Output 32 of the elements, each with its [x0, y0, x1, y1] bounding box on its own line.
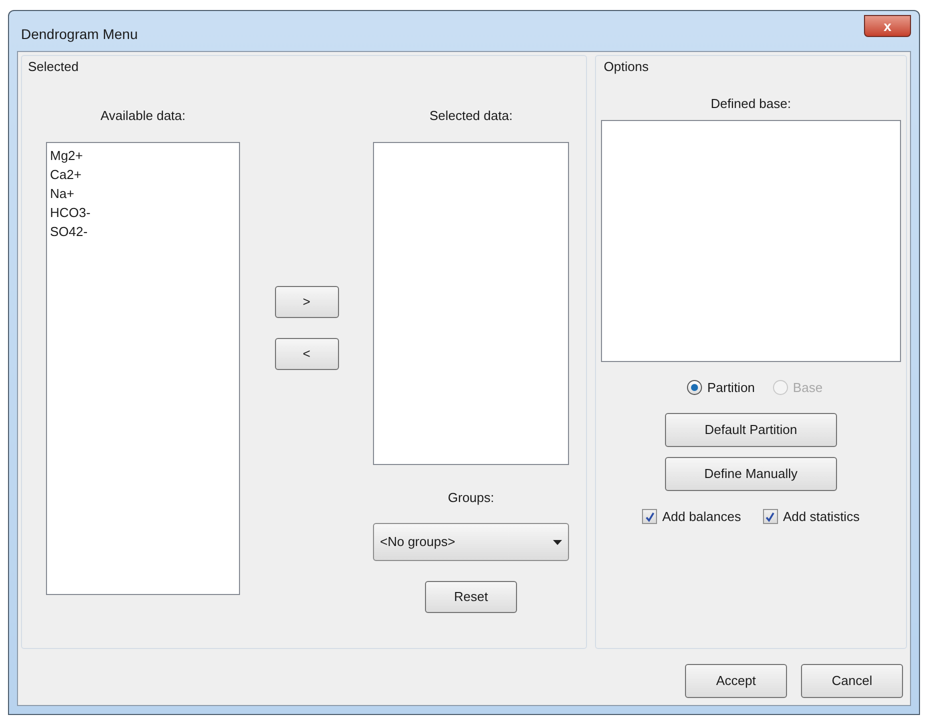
checkmark-icon: [765, 512, 776, 522]
list-item[interactable]: Mg2+: [50, 146, 236, 164]
checkbox[interactable]: [762, 509, 778, 524]
group-title: Options: [604, 58, 649, 76]
list-label: Available data:: [100, 107, 186, 125]
reset-button[interactable]: Reset: [425, 581, 517, 613]
group-title: Selected: [28, 58, 79, 76]
list-label: Defined base:: [710, 95, 791, 113]
cancel-button[interactable]: Cancel: [801, 664, 903, 698]
dropdown-arrow-icon: [553, 540, 562, 544]
radio-label: Base: [792, 378, 823, 396]
list-item[interactable]: HCO3-: [50, 202, 236, 222]
list-item[interactable]: Ca2+: [50, 164, 236, 184]
checkbox[interactable]: [642, 509, 658, 524]
define-manually-button[interactable]: Define Manually: [664, 457, 837, 491]
window-title: Dendrogram Menu: [20, 24, 138, 44]
groups-label: Groups:: [448, 488, 494, 507]
default-partition-button[interactable]: Default Partition: [664, 413, 837, 447]
close-button[interactable]: x: [864, 15, 911, 37]
add-button[interactable]: >: [274, 286, 338, 318]
checkbox-label[interactable]: Add statistics: [782, 507, 860, 526]
accept-button[interactable]: Accept: [685, 664, 787, 698]
list-item[interactable]: Na+: [50, 184, 236, 202]
groups-dropdown[interactable]: <No groups>: [373, 523, 569, 561]
radio-button[interactable]: [687, 380, 702, 395]
available-data-list[interactable]: Mg2+ Ca2+ Na+ HCO3- SO42-: [46, 142, 240, 594]
checkmark-icon: [644, 512, 655, 522]
radio-label[interactable]: Partition: [707, 378, 755, 397]
list-item[interactable]: SO42-: [50, 222, 236, 240]
remove-button[interactable]: <: [274, 338, 338, 370]
list-label: Selected data:: [429, 107, 513, 125]
checkbox-label[interactable]: Add balances: [662, 507, 741, 526]
